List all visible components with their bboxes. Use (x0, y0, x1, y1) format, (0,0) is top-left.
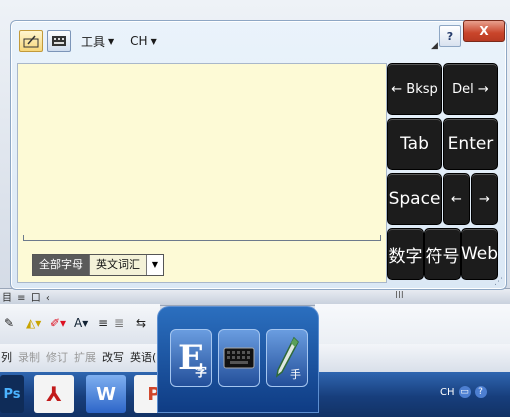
mode-dropdown-icon[interactable]: ▼ (147, 255, 163, 275)
panel-toolbar: 工具 ▼ CH ▼ (19, 29, 163, 53)
dock-arrow-icon[interactable]: ◢ (431, 41, 438, 51)
resize-grip-icon[interactable]: ⋰ (494, 277, 503, 287)
digits-key[interactable]: 数字 (387, 228, 424, 280)
close-button[interactable]: X (463, 20, 505, 42)
format-toolbar: ✎ ◭▾ ✐▾ A▾ ≡ ≣ ⇆ (0, 304, 160, 344)
list-icon[interactable]: ≣ (114, 316, 124, 330)
status-view-icons: 目 ≡ 口 ‹ (2, 293, 51, 304)
pen-pad-icon (23, 35, 39, 48)
photoshop-task-button[interactable]: Ps (0, 375, 24, 413)
handwriting-sub: 手 (290, 368, 301, 381)
enter-key[interactable]: Enter (443, 118, 498, 170)
status-scroll-grip: III (395, 290, 404, 301)
text-color-icon[interactable]: A▾ (74, 316, 88, 330)
direction-icon[interactable]: ⇆ (136, 316, 146, 330)
writing-baseline (23, 235, 381, 241)
close-icon: X (479, 24, 489, 38)
menu-item[interactable]: 修订 (45, 349, 69, 369)
word-task-button[interactable]: W (86, 375, 126, 413)
align-icon[interactable]: ≡ (98, 316, 108, 330)
mode-all-letters[interactable]: 全部字母 (33, 255, 90, 275)
help-tray-icon[interactable]: ? (474, 386, 487, 398)
ime-handwriting-button[interactable]: 手 (266, 329, 308, 387)
menu-item[interactable]: 扩展 (73, 349, 97, 369)
keyboard-mode-button[interactable] (47, 30, 71, 52)
handwriting-panel: 工具 ▼ CH ▼ ◢ ? X 全部字母 英文词汇 ▼ ← Bksp Del →… (10, 20, 507, 290)
menu-item[interactable]: 录制 (17, 349, 41, 369)
menu-item[interactable]: 英语( (129, 349, 157, 369)
language-menu-label: CH (130, 34, 148, 48)
keyboard-icon (52, 36, 66, 46)
web-key[interactable]: Web (461, 228, 498, 280)
backspace-key[interactable]: ← Bksp (387, 63, 442, 115)
english-mode-button[interactable]: E 字 (170, 329, 212, 387)
mode-english-words[interactable]: 英文词汇 (90, 255, 147, 275)
ime-toolbar: E 字 手 (157, 306, 319, 413)
writing-pad-button[interactable] (19, 30, 43, 52)
help-button[interactable]: ? (439, 25, 461, 47)
tools-menu[interactable]: 工具 ▼ (75, 33, 120, 50)
chevron-down-icon: ▼ (108, 36, 115, 46)
keyboard-icon (223, 347, 255, 369)
font-color-icon[interactable]: ✐▾ (50, 316, 66, 330)
english-mode-sub: 字 (194, 365, 207, 379)
chevron-down-icon: ▼ (150, 36, 157, 46)
tools-menu-label: 工具 (81, 34, 106, 49)
language-menu[interactable]: CH ▼ (124, 34, 163, 48)
keyboard-tray-icon[interactable]: ▭ (458, 386, 471, 398)
menu-item[interactable]: 改写 (101, 349, 125, 369)
delete-key[interactable]: Del → (443, 63, 498, 115)
highlight-icon[interactable]: ✎ (4, 316, 14, 330)
status-menu: 列 录制 修订 扩展 改写 英语( (0, 349, 157, 369)
help-icon: ? (446, 29, 454, 43)
recognition-mode-selector: 全部字母 英文词汇 ▼ (32, 254, 164, 276)
tray-language[interactable]: CH (440, 387, 455, 398)
cursor-left-key[interactable]: ← (443, 173, 470, 225)
symbols-key[interactable]: 符号 (424, 228, 461, 280)
fill-color-icon[interactable]: ◭▾ (26, 316, 41, 330)
writing-area[interactable]: 全部字母 英文词汇 ▼ (17, 63, 387, 283)
system-tray: CH ▭ ? (440, 386, 487, 398)
menu-item[interactable]: 列 (0, 349, 13, 369)
ime-keyboard-button[interactable] (218, 329, 260, 387)
space-key[interactable]: Space (387, 173, 442, 225)
cursor-right-key[interactable]: → (471, 173, 498, 225)
key-pad: ← Bksp Del → Tab Enter Space ← → 数字 符号 W… (387, 63, 499, 281)
pdf-task-button[interactable]: ⅄ (34, 375, 74, 413)
tab-key[interactable]: Tab (387, 118, 442, 170)
